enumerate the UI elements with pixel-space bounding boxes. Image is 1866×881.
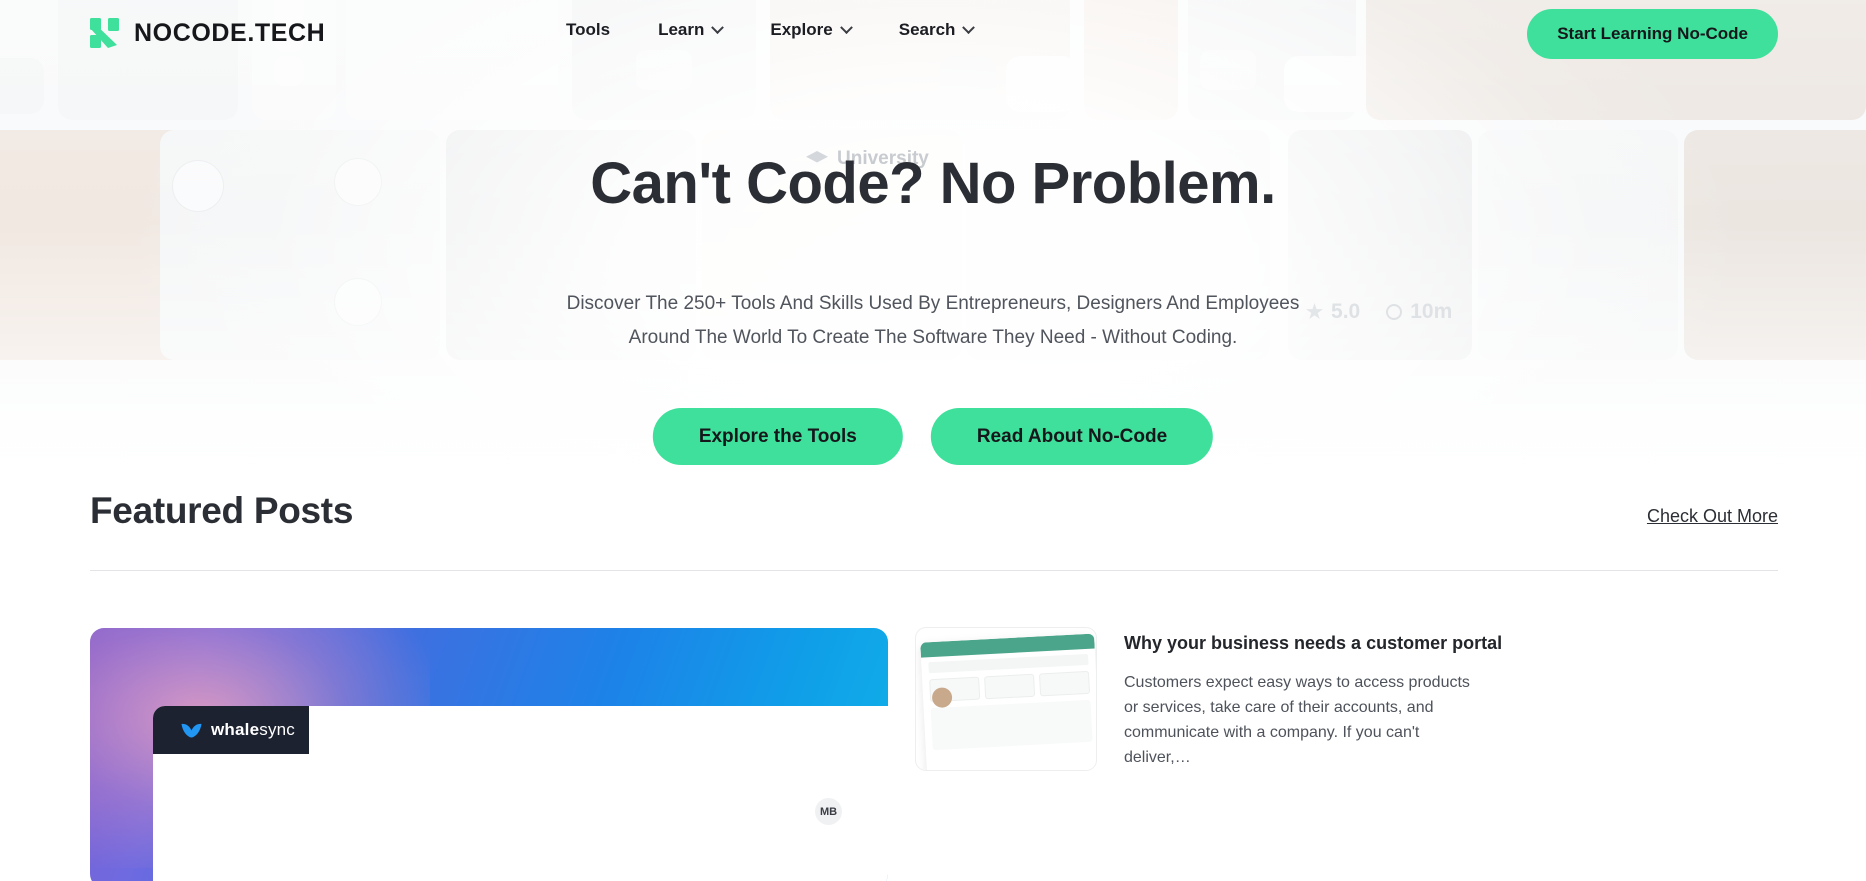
- featured-post-hero-card[interactable]: whalesync MB: [90, 628, 888, 881]
- page-root: University ★ 5.0 10m NOCODE.TECH Tools L…: [0, 0, 1866, 881]
- chevron-down-icon: [839, 20, 853, 34]
- whalesync-brand-chip: whalesync: [153, 706, 309, 754]
- nav-item-explore[interactable]: Explore: [770, 20, 853, 40]
- navbar: NOCODE.TECH Tools Learn Explore Search S…: [0, 0, 1866, 68]
- start-learning-button[interactable]: Start Learning No-Code: [1527, 9, 1778, 59]
- whalesync-wordmark: whalesync: [211, 720, 295, 740]
- card-browser-mockup: whalesync MB: [153, 706, 888, 881]
- thumb-column: [984, 673, 1036, 700]
- brand-logo[interactable]: NOCODE.TECH: [90, 18, 325, 48]
- tripreveal-screenshot-thumbnail-icon: [920, 633, 1096, 770]
- collage-duration: 10m: [1386, 300, 1452, 324]
- hero-subtitle: Discover The 250+ Tools And Skills Used …: [538, 287, 1328, 355]
- read-about-nocode-button[interactable]: Read About No-Code: [930, 408, 1214, 465]
- thumb-column: [1038, 670, 1091, 697]
- whalesync-word-bold: whale: [211, 720, 260, 739]
- nav-links: Tools Learn Explore Search: [566, 20, 976, 40]
- nav-item-learn[interactable]: Learn: [658, 20, 725, 40]
- featured-posts-title: Featured Posts: [90, 490, 354, 531]
- nav-item-tools[interactable]: Tools: [566, 20, 610, 40]
- nav-item-search[interactable]: Search: [898, 20, 976, 40]
- thumb-body: [930, 699, 1093, 751]
- nav-item-tools-label: Tools: [566, 20, 611, 39]
- hero-buttons: Explore the Tools Read About No-Code: [652, 408, 1214, 465]
- clock-icon: [1386, 304, 1403, 320]
- nocode-n-logo-icon: [90, 18, 120, 48]
- explore-tools-button[interactable]: Explore the Tools: [652, 408, 903, 465]
- nav-item-explore-label: Explore: [770, 20, 833, 39]
- nav-item-search-label: Search: [898, 20, 956, 39]
- check-out-more-link[interactable]: Check Out More: [1647, 506, 1778, 532]
- featured-post-article[interactable]: Why your business needs a customer porta…: [1124, 628, 1503, 770]
- article-title: Why your business needs a customer porta…: [1124, 633, 1503, 653]
- avatar: MB: [815, 798, 842, 825]
- chevron-down-icon: [962, 20, 976, 34]
- featured-posts-header: Featured Posts Check Out More: [90, 490, 1778, 532]
- nav-item-learn-label: Learn: [658, 20, 705, 39]
- featured-post-thumbnail[interactable]: [916, 628, 1096, 770]
- featured-posts-row: whalesync MB Why your business needs a c…: [90, 628, 1503, 881]
- hero-title: Can't Code? No Problem.: [590, 151, 1276, 216]
- thumb-toolbar: [928, 653, 1089, 674]
- hero-subtitle-line-1: Discover The 250+ Tools And Skills Used …: [566, 293, 1300, 314]
- whalesync-logo-icon: [181, 723, 202, 738]
- chevron-down-icon: [711, 20, 725, 34]
- thumb-columns: [929, 670, 1091, 703]
- whalesync-word-plain: sync: [259, 720, 296, 739]
- hero-section: University ★ 5.0 10m: [0, 0, 1866, 560]
- thumb-avatar: [931, 687, 953, 709]
- collage-duration-value: 10m: [1410, 300, 1453, 323]
- collage-rating-value: 5.0: [1331, 300, 1361, 323]
- featured-divider: [90, 570, 1778, 571]
- hero-subtitle-line-2: Around The World To Create The Software …: [628, 327, 1238, 348]
- article-excerpt: Customers expect easy ways to access pro…: [1124, 674, 1470, 766]
- brand-name: NOCODE.TECH: [134, 18, 326, 47]
